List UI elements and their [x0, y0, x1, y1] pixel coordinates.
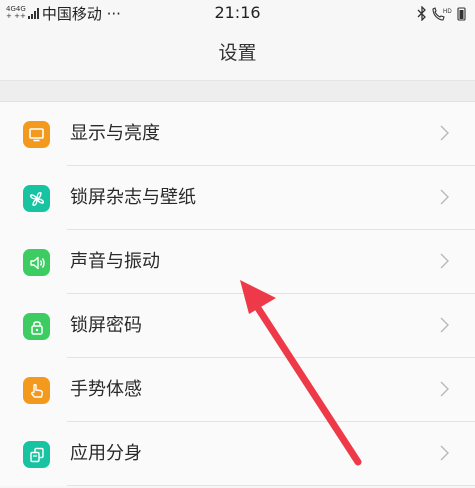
page-title: 设置	[218, 42, 257, 64]
network-type-bottom: + ++	[6, 12, 26, 20]
speaker-icon	[23, 249, 50, 276]
settings-list: 显示与亮度 锁屏杂志与壁纸 声音与振动 锁屏密码 手势体感 应用分身	[0, 102, 475, 486]
bluetooth-icon	[417, 5, 426, 21]
settings-item-label: 锁屏密码	[70, 315, 142, 336]
pinwheel-icon	[23, 185, 50, 212]
chevron-right-icon	[440, 253, 449, 269]
status-left: 4G4G + ++ 中国移动 ···	[6, 2, 121, 24]
status-bar: 4G4G + ++ 中国移动 ··· 21:16 HD	[0, 0, 475, 26]
settings-item-lockscreen-wallpaper[interactable]: 锁屏杂志与壁纸	[0, 166, 475, 230]
lock-icon	[23, 313, 50, 340]
hd-call-icon: HD	[432, 6, 452, 21]
chevron-right-icon	[440, 381, 449, 397]
title-bar: 设置	[0, 26, 475, 81]
settings-item-label: 声音与振动	[70, 251, 160, 272]
chevron-right-icon	[440, 189, 449, 205]
carrier-name: 中国移动 ···	[41, 4, 121, 23]
settings-item-sound-vibration[interactable]: 声音与振动	[0, 230, 475, 294]
settings-item-label: 显示与亮度	[70, 123, 160, 144]
chevron-right-icon	[440, 317, 449, 333]
settings-item-lock-password[interactable]: 锁屏密码	[0, 294, 475, 358]
network-type: 4G4G + ++	[6, 6, 26, 20]
settings-item-label: 手势体感	[70, 379, 142, 400]
display-icon	[23, 121, 50, 148]
settings-item-app-clone[interactable]: 应用分身	[0, 422, 475, 486]
hand-icon	[23, 377, 50, 404]
battery-icon	[457, 6, 466, 21]
chevron-right-icon	[440, 125, 449, 141]
section-divider	[0, 81, 475, 102]
chevron-right-icon	[440, 445, 449, 461]
settings-item-display-brightness[interactable]: 显示与亮度	[0, 102, 475, 166]
settings-item-label: 锁屏杂志与壁纸	[70, 187, 196, 208]
status-right: HD	[417, 2, 467, 24]
settings-item-label: 应用分身	[70, 443, 142, 464]
clone-app-icon	[23, 441, 50, 468]
signal-strength-icon	[27, 7, 40, 19]
svg-text:HD: HD	[443, 9, 452, 15]
settings-item-gestures[interactable]: 手势体感	[0, 358, 475, 422]
